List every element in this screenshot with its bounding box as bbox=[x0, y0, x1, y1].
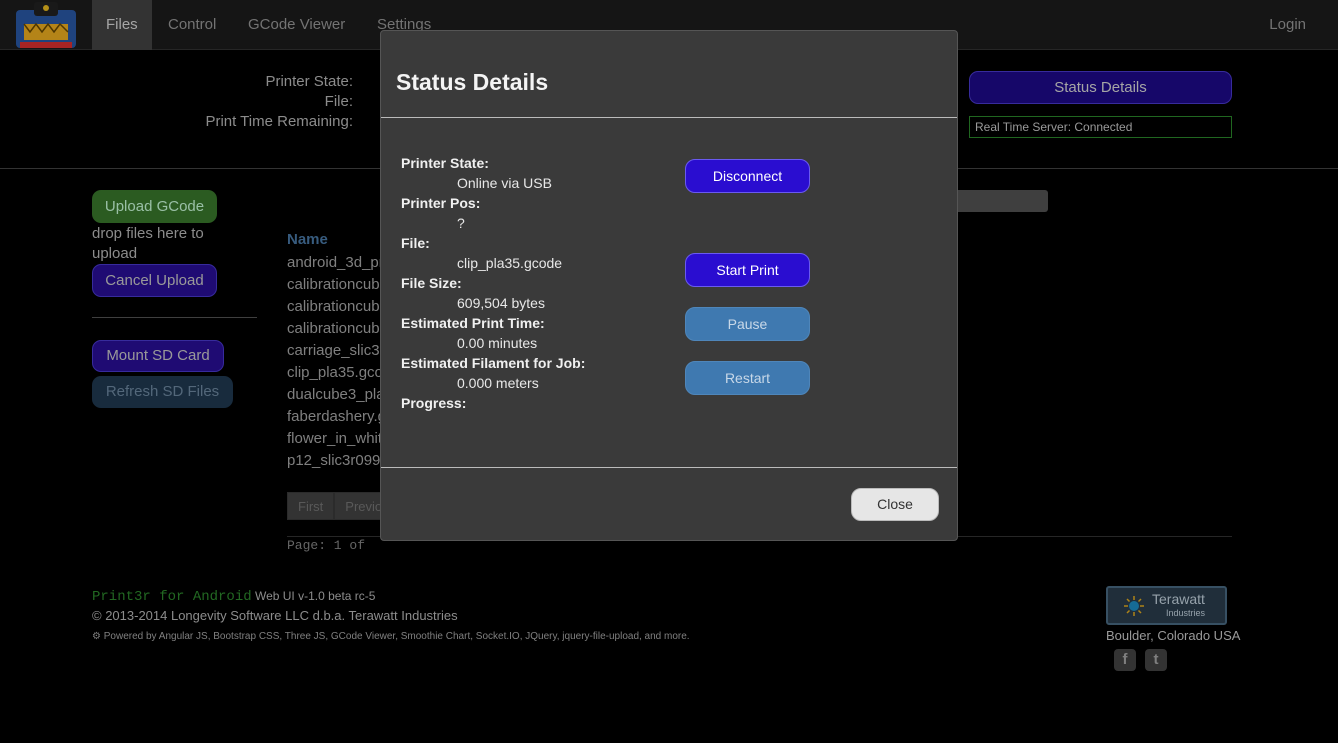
printer-pos-label: Printer Pos: bbox=[401, 195, 481, 211]
estimated-filament-value: 0.000 meters bbox=[457, 375, 539, 391]
printer-pos-value: ? bbox=[457, 215, 465, 231]
printer-state-label: Printer State: bbox=[401, 155, 489, 171]
status-details-modal: Status Details Printer State: Online via… bbox=[380, 30, 958, 541]
file-size-label: File Size: bbox=[401, 275, 462, 291]
restart-button[interactable]: Restart bbox=[685, 361, 810, 395]
status-details-list: Printer State: Online via USB Printer Po… bbox=[401, 153, 585, 413]
file-size-value: 609,504 bytes bbox=[457, 295, 545, 311]
disconnect-button[interactable]: Disconnect bbox=[685, 159, 810, 193]
file-label: File: bbox=[401, 235, 430, 251]
modal-divider bbox=[381, 117, 957, 118]
start-print-button[interactable]: Start Print bbox=[685, 253, 810, 287]
estimated-print-time-label: Estimated Print Time: bbox=[401, 315, 545, 331]
modal-divider bbox=[381, 467, 957, 468]
estimated-print-time-value: 0.00 minutes bbox=[457, 335, 538, 351]
file-value: clip_pla35.gcode bbox=[457, 255, 563, 271]
estimated-filament-label: Estimated Filament for Job: bbox=[401, 355, 586, 371]
modal-title: Status Details bbox=[396, 69, 549, 95]
progress-label: Progress: bbox=[401, 395, 467, 411]
pause-button[interactable]: Pause bbox=[685, 307, 810, 341]
printer-state-value: Online via USB bbox=[457, 175, 552, 191]
close-button[interactable]: Close bbox=[851, 488, 939, 521]
